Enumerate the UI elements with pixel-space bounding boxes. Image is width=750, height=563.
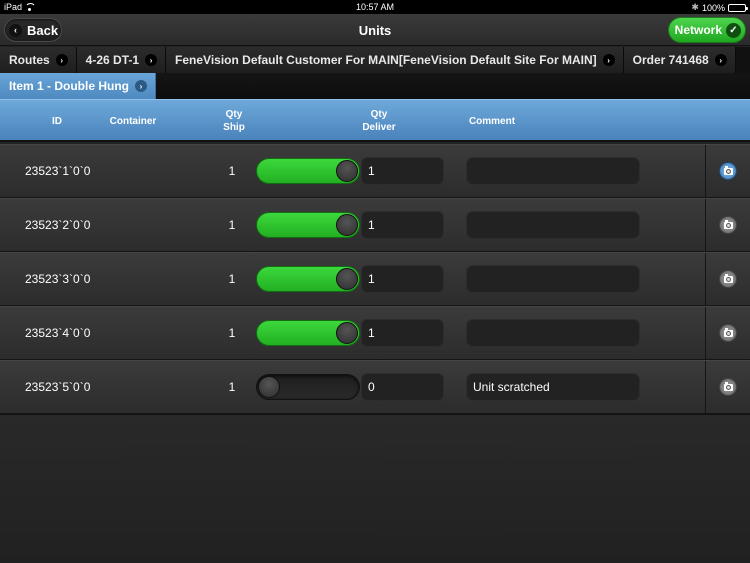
qty-ship: 1 xyxy=(228,326,236,340)
table-row: 23523`2`0`0 1 1 xyxy=(0,198,750,252)
checkmark-icon: ✓ xyxy=(726,22,741,38)
toggle-knob xyxy=(336,160,358,182)
camera-icon xyxy=(723,273,733,283)
photo-cell xyxy=(705,307,750,359)
toggle-knob xyxy=(336,268,358,290)
status-bar: iPad 10:57 AM ✱ 100% xyxy=(0,0,750,14)
table-row: 23523`5`0`0 1 0 Unit scratched xyxy=(0,360,750,414)
photo-cell xyxy=(705,253,750,305)
camera-button[interactable] xyxy=(719,216,737,234)
breadcrumb-label: FeneVision Default Customer For MAIN[Fen… xyxy=(175,53,597,67)
qty-deliver-input[interactable]: 1 xyxy=(361,157,444,185)
delivered-toggle[interactable] xyxy=(256,320,360,346)
status-right: ✱ 100% xyxy=(691,2,748,13)
toggle-knob xyxy=(336,214,358,236)
breadcrumb-label: Order 741468 xyxy=(632,53,709,67)
network-button-label: Network xyxy=(674,23,722,37)
column-header-qty-ship-line1: Qty xyxy=(225,109,243,120)
camera-button[interactable] xyxy=(719,378,737,396)
breadcrumb-item-active[interactable]: Item 1 - Double Hung › xyxy=(0,73,156,99)
empty-area xyxy=(0,414,750,563)
comment-input[interactable] xyxy=(466,319,640,347)
camera-icon xyxy=(723,381,733,391)
chevron-right-icon: › xyxy=(55,54,68,66)
camera-button[interactable] xyxy=(719,162,737,180)
table-row: 23523`3`0`0 1 1 xyxy=(0,252,750,306)
column-header-id: ID xyxy=(52,116,62,127)
camera-icon xyxy=(723,327,733,337)
breadcrumb-routes[interactable]: Routes › xyxy=(0,47,77,73)
camera-button[interactable] xyxy=(719,324,737,342)
qty-ship: 1 xyxy=(228,272,236,286)
chevron-right-icon: › xyxy=(135,80,147,92)
navigation-bar: ‹ Back Units Network ✓ xyxy=(0,14,750,46)
breadcrumb: Routes › 4-26 DT-1 › FeneVision Default … xyxy=(0,47,750,73)
column-header-comment: Comment xyxy=(468,116,516,127)
column-header-qty-ship: Qty Ship xyxy=(214,108,254,134)
delivered-toggle[interactable] xyxy=(256,374,360,400)
battery-percent: 100% xyxy=(701,2,725,13)
unit-id: 23523`4`0`0 xyxy=(25,326,91,340)
comment-input[interactable] xyxy=(466,211,640,239)
photo-cell xyxy=(705,361,750,413)
breadcrumb-route[interactable]: 4-26 DT-1 › xyxy=(76,47,167,73)
camera-icon xyxy=(723,165,733,175)
status-time: 10:57 AM xyxy=(355,2,395,12)
qty-deliver-input[interactable]: 1 xyxy=(361,265,444,293)
column-header-container: Container xyxy=(109,116,157,127)
battery-icon xyxy=(728,3,748,12)
unit-id: 23523`3`0`0 xyxy=(25,272,91,286)
table-row: 23523`1`0`0 1 1 xyxy=(0,144,750,198)
qty-ship: 1 xyxy=(228,380,236,394)
camera-icon xyxy=(723,219,733,229)
column-header-qty-ship-line2: Ship xyxy=(223,122,245,133)
delivered-toggle[interactable] xyxy=(256,266,360,292)
delivered-toggle[interactable] xyxy=(256,158,360,184)
qty-ship: 1 xyxy=(228,218,236,232)
breadcrumb-row-2: Item 1 - Double Hung › xyxy=(0,73,750,99)
chevron-right-icon: › xyxy=(714,54,727,66)
breadcrumb-label: 4-26 DT-1 xyxy=(85,53,140,67)
table-header: ID Container Qty Ship Qty Deliver Commen… xyxy=(0,99,750,142)
network-button[interactable]: Network ✓ xyxy=(668,17,746,43)
column-header-qty-deliver-line2: Deliver xyxy=(362,122,396,133)
qty-deliver-input[interactable]: 0 xyxy=(361,373,444,401)
chevron-right-icon: › xyxy=(145,54,158,66)
photo-cell xyxy=(705,145,750,197)
comment-input[interactable] xyxy=(466,265,640,293)
comment-input[interactable]: Unit scratched xyxy=(466,373,640,401)
breadcrumb-label: Item 1 - Double Hung xyxy=(9,79,129,93)
column-header-qty-deliver: Qty Deliver xyxy=(354,108,404,134)
qty-deliver-input[interactable]: 1 xyxy=(361,211,444,239)
unit-id: 23523`5`0`0 xyxy=(25,380,91,394)
toggle-knob xyxy=(258,376,280,398)
bluetooth-icon: ✱ xyxy=(691,2,699,12)
comment-input[interactable] xyxy=(466,157,640,185)
breadcrumb-customer[interactable]: FeneVision Default Customer For MAIN[Fen… xyxy=(166,47,624,73)
delivered-toggle[interactable] xyxy=(256,212,360,238)
photo-cell xyxy=(705,199,750,251)
unit-id: 23523`1`0`0 xyxy=(25,164,91,178)
table-row: 23523`4`0`0 1 1 xyxy=(0,306,750,360)
qty-deliver-input[interactable]: 1 xyxy=(361,319,444,347)
camera-button[interactable] xyxy=(719,270,737,288)
chevron-right-icon: › xyxy=(602,54,615,66)
qty-ship: 1 xyxy=(228,164,236,178)
toggle-knob xyxy=(336,322,358,344)
breadcrumb-label: Routes xyxy=(9,53,50,67)
unit-id: 23523`2`0`0 xyxy=(25,218,91,232)
breadcrumb-order[interactable]: Order 741468 › xyxy=(623,47,736,73)
column-header-qty-deliver-line1: Qty xyxy=(370,109,388,120)
page-title: Units xyxy=(358,23,392,38)
